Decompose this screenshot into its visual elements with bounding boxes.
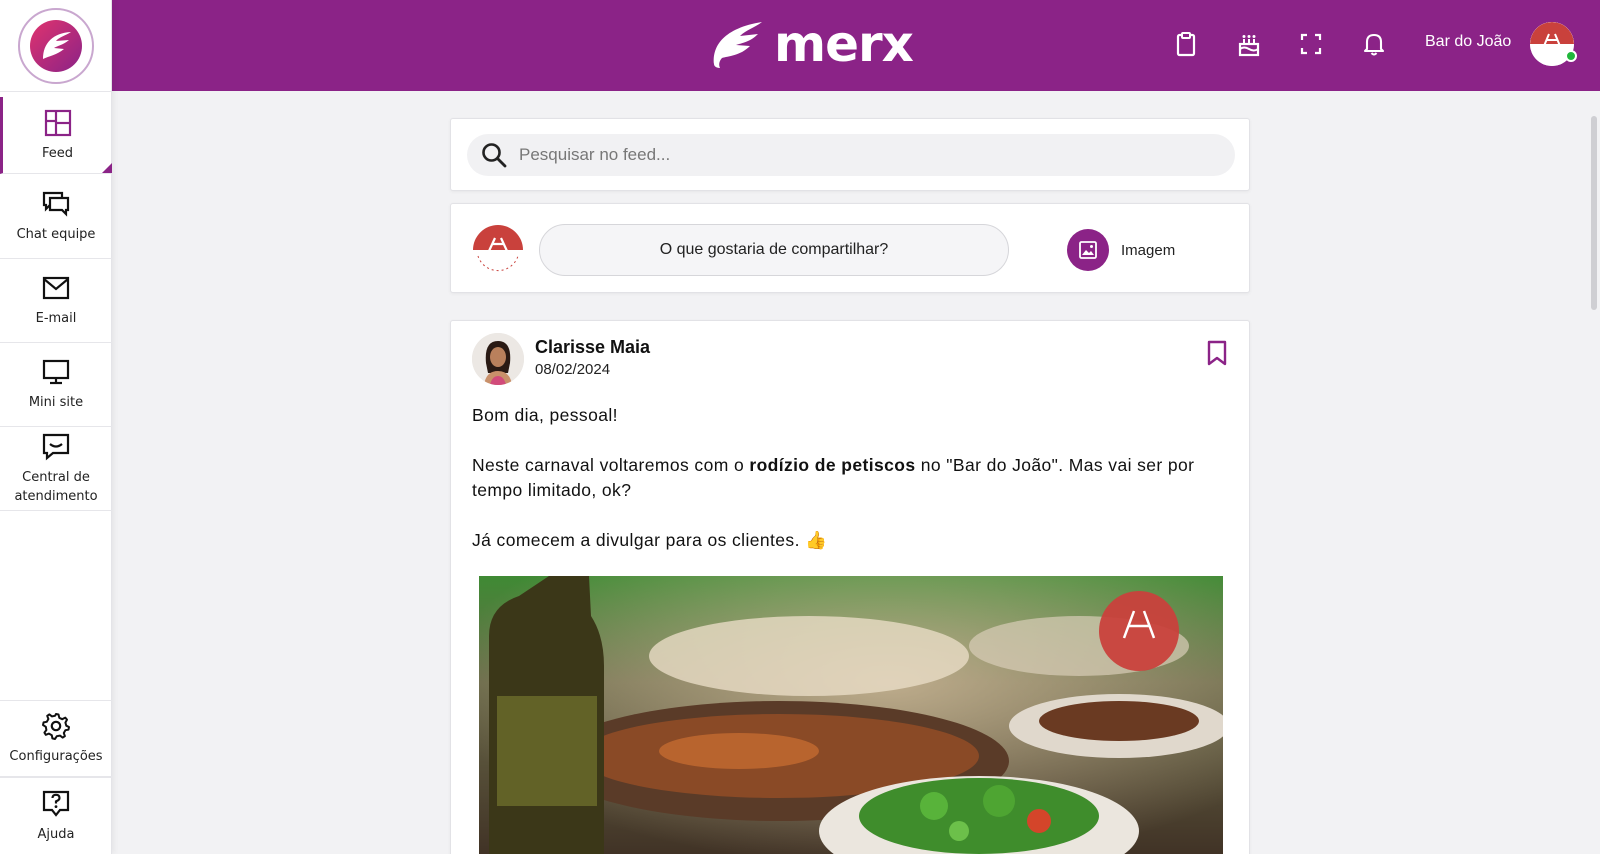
bell-icon [1363, 33, 1385, 56]
feed-search-card [450, 118, 1250, 191]
bookmark-icon [1207, 340, 1227, 366]
cake-icon [1238, 35, 1260, 57]
page-scrollbar[interactable] [1591, 116, 1597, 310]
feed-post: Clarisse Maia 08/02/2024 Bom dia, pessoa… [450, 320, 1250, 854]
user-name[interactable]: Bar do João [1425, 33, 1511, 51]
sidebar-item-chat[interactable]: Chat equipe [0, 175, 112, 259]
bookmark-button[interactable] [1205, 339, 1229, 367]
search-bar [467, 134, 1235, 176]
chat-icon [42, 191, 70, 217]
post-author[interactable]: Clarisse Maia [535, 337, 650, 358]
sidebar-item-label: Mini site [28, 395, 84, 410]
post-greeting: Bom dia, pessoal! [472, 405, 618, 425]
mail-icon [42, 276, 70, 300]
fullscreen-icon [1300, 33, 1322, 55]
sidebar-item-label: Central de atendimento [14, 469, 98, 504]
post-image[interactable] [479, 576, 1223, 854]
notifications-button[interactable] [1361, 30, 1387, 58]
sidebar-item-label: Ajuda [37, 826, 75, 842]
post-text-bold: rodízio de petiscos [749, 455, 916, 475]
post-text: Neste carnaval voltaremos com o [472, 455, 750, 475]
sidebar: Feed Chat equipe E-mail Mini site Centra… [0, 0, 112, 854]
sidebar-logo[interactable] [0, 0, 111, 92]
post-paragraph: Já comecem a divulgar para os clientes. … [472, 530, 828, 550]
brand-name: merx [774, 15, 914, 73]
post-date: 08/02/2024 [535, 361, 611, 378]
post-body: Bom dia, pessoal! Neste carnaval voltare… [472, 403, 1232, 578]
search-icon [482, 143, 507, 168]
birthday-button[interactable] [1236, 30, 1262, 58]
sidebar-item-config[interactable]: Configurações [0, 700, 112, 777]
post-composer: O que gostaria de compartilhar? Imagem [450, 203, 1250, 293]
clipboard-button[interactable] [1173, 30, 1199, 58]
support-chat-icon [42, 433, 70, 460]
brand-mark-icon [713, 22, 762, 68]
author-avatar[interactable] [472, 333, 524, 385]
sidebar-item-label: Chat equipe [16, 227, 96, 242]
post-paragraph: Neste carnaval voltaremos com o rodízio … [472, 453, 1232, 503]
fullscreen-button[interactable] [1298, 30, 1324, 58]
search-input[interactable] [519, 145, 1199, 165]
top-header: merx Bar do João [112, 0, 1600, 91]
composer-avatar [472, 224, 524, 276]
sidebar-item-mini-site[interactable]: Mini site [0, 343, 112, 427]
bar-logo-icon [472, 224, 524, 276]
clipboard-icon [1176, 32, 1196, 57]
app-logo-icon [17, 7, 94, 84]
layout-grid-icon [44, 109, 71, 136]
help-icon [42, 790, 70, 817]
image-icon [1067, 229, 1109, 271]
gear-icon [42, 713, 70, 740]
online-status-indicator [1565, 50, 1577, 62]
add-image-button[interactable]: Imagem [1067, 229, 1175, 271]
add-image-label: Imagem [1121, 241, 1176, 259]
sidebar-item-label: Feed [41, 145, 73, 161]
brand-logo[interactable]: merx [710, 15, 914, 73]
sidebar-item-central[interactable]: Central de atendimento [0, 427, 112, 511]
sidebar-item-label: E-mail [35, 311, 77, 326]
monitor-icon [42, 359, 70, 385]
sidebar-item-help[interactable]: Ajuda [0, 777, 112, 854]
sidebar-item-feed[interactable]: Feed [0, 97, 112, 174]
share-prompt-input[interactable]: O que gostaria de compartilhar? [539, 224, 1009, 276]
sidebar-item-email[interactable]: E-mail [0, 259, 112, 343]
sidebar-item-label: Configurações [9, 749, 103, 764]
